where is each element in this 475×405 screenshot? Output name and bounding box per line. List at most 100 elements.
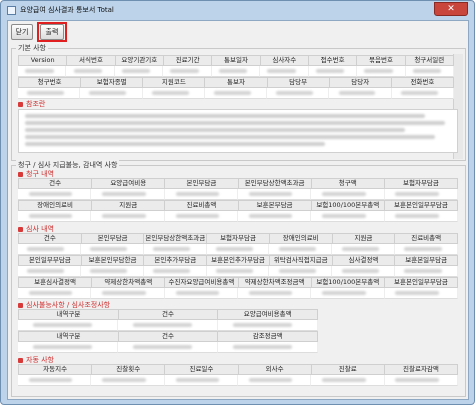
column-header: 보훈본인일부부담금 [384, 200, 459, 211]
column-header: 약제상한차액총액 [92, 277, 166, 288]
column-header: 보험자종별 [81, 77, 144, 88]
column-header: 전화번호 [391, 77, 454, 88]
patient-header-row: 자동지수 진찰횟수 진료일수 외사수 진찰료 진찰료자감액 [18, 364, 459, 375]
table-cell [91, 189, 165, 200]
window: 요양급여 심사결과 통보서 Total ✕ 닫기 출력 기본 사항 Versio… [0, 0, 475, 405]
redacted-value [276, 91, 314, 95]
column-header: 보험100/100본부총액 [311, 200, 385, 211]
redacted-value [32, 323, 93, 327]
table-cell [18, 342, 118, 353]
redacted-value [341, 247, 379, 251]
redacted-value [27, 91, 64, 95]
memo-box [18, 109, 458, 153]
redacted-value [175, 378, 219, 382]
table-cell [405, 66, 454, 77]
column-header: 청구번호 [18, 77, 82, 88]
redacted-value [232, 323, 293, 327]
table-cell [311, 288, 385, 299]
table-cell [142, 88, 205, 99]
table-cell [163, 66, 212, 77]
close-window-button[interactable]: ✕ [434, 2, 468, 16]
close-button[interactable]: 닫기 [11, 24, 33, 40]
redacted-value [102, 192, 146, 196]
column-header: 건수 [18, 233, 82, 244]
column-header: 심사결정액 [332, 255, 396, 266]
redacted-value [27, 269, 65, 273]
redacted-value [395, 214, 439, 218]
table-cell [118, 342, 218, 353]
redacted-value [89, 91, 127, 95]
table-cell [311, 211, 385, 222]
table-cell [269, 266, 333, 277]
column-header: 묶음번호 [357, 55, 406, 66]
redacted-value [170, 69, 199, 73]
redacted-value [28, 192, 73, 196]
column-header: 수진자요양급여비용총액 [165, 277, 239, 288]
section-marker-icon [18, 357, 23, 363]
column-header: 건수 [118, 331, 219, 342]
table-cell [18, 66, 67, 77]
redacted-value [28, 291, 73, 295]
column-header: 보훈본인일부부담금 [384, 277, 459, 288]
column-header: 장애인의료비 [18, 200, 93, 211]
redacted-value [215, 247, 253, 251]
redacted-value [338, 91, 376, 95]
nopay-header-row2: 내역구분 건수 감조정금액 [18, 331, 319, 342]
column-header: 진료기간 [163, 55, 213, 66]
redacted-value [90, 269, 128, 273]
table-cell [206, 266, 270, 277]
basic-value-row1 [18, 66, 454, 77]
table-cell [329, 88, 392, 99]
column-header: 감조정금액 [218, 331, 319, 342]
table-cell [311, 189, 385, 200]
column-header: 자동지수 [18, 364, 93, 375]
redacted-value [322, 192, 366, 196]
column-header: 본인부담금 [165, 178, 239, 189]
column-header: 내역구분 [18, 309, 119, 320]
print-button[interactable]: 출력 [40, 24, 64, 40]
table-cell [218, 342, 318, 353]
table-cell [18, 211, 92, 222]
redacted-value [322, 214, 366, 218]
redacted-value [341, 269, 379, 273]
column-header: 요양기관기호 [115, 55, 164, 66]
column-header: 심사자수 [260, 55, 309, 66]
redacted-value [132, 323, 193, 327]
table-cell [308, 66, 358, 77]
claim-header-row1: 건수 요양급여비용 본인부담금 본인부담상한액초과금 청구액 보험자부담금 [18, 178, 459, 189]
column-header: 본인부담상한액초과금 [238, 178, 312, 189]
redacted-value [32, 345, 93, 349]
table-cell [164, 211, 238, 222]
table-cell [164, 189, 238, 200]
table-cell [164, 375, 238, 386]
redacted-value [175, 214, 219, 218]
claim-value-row1 [18, 189, 458, 200]
table-cell [237, 288, 312, 299]
column-header: 청구서일련 [405, 55, 454, 66]
redacted-value [175, 291, 219, 295]
table-cell [218, 320, 318, 331]
column-header: 보훈심사결정액 [18, 277, 93, 288]
column-header: 보훈본부담금 [238, 200, 312, 211]
table-cell [114, 66, 164, 77]
review-value-row3 [18, 288, 458, 299]
redacted-value [90, 247, 128, 251]
table-cell [237, 375, 312, 386]
column-header: 통보자 [205, 77, 268, 88]
nopay-value-row2 [18, 342, 318, 353]
redacted-value [25, 69, 54, 73]
column-header: 접수번호 [308, 55, 358, 66]
redacted-value [322, 378, 366, 382]
redacted-value [267, 69, 296, 73]
claim-value-row2 [18, 211, 458, 222]
table-cell [395, 244, 459, 255]
table-cell [18, 288, 92, 299]
table-cell [311, 375, 385, 386]
table-cell [80, 88, 143, 99]
memo-title-label: 참조란 [26, 100, 46, 108]
review-value-row1 [18, 244, 459, 255]
column-header: 진찰료자감액 [384, 364, 459, 375]
redacted-value [28, 378, 73, 382]
claim-header-row2: 장애인의료비 지원금 진료비총액 보훈본부담금 보험100/100본부총액 보훈본인일부부… [18, 200, 459, 211]
review-value-row2 [18, 266, 459, 277]
